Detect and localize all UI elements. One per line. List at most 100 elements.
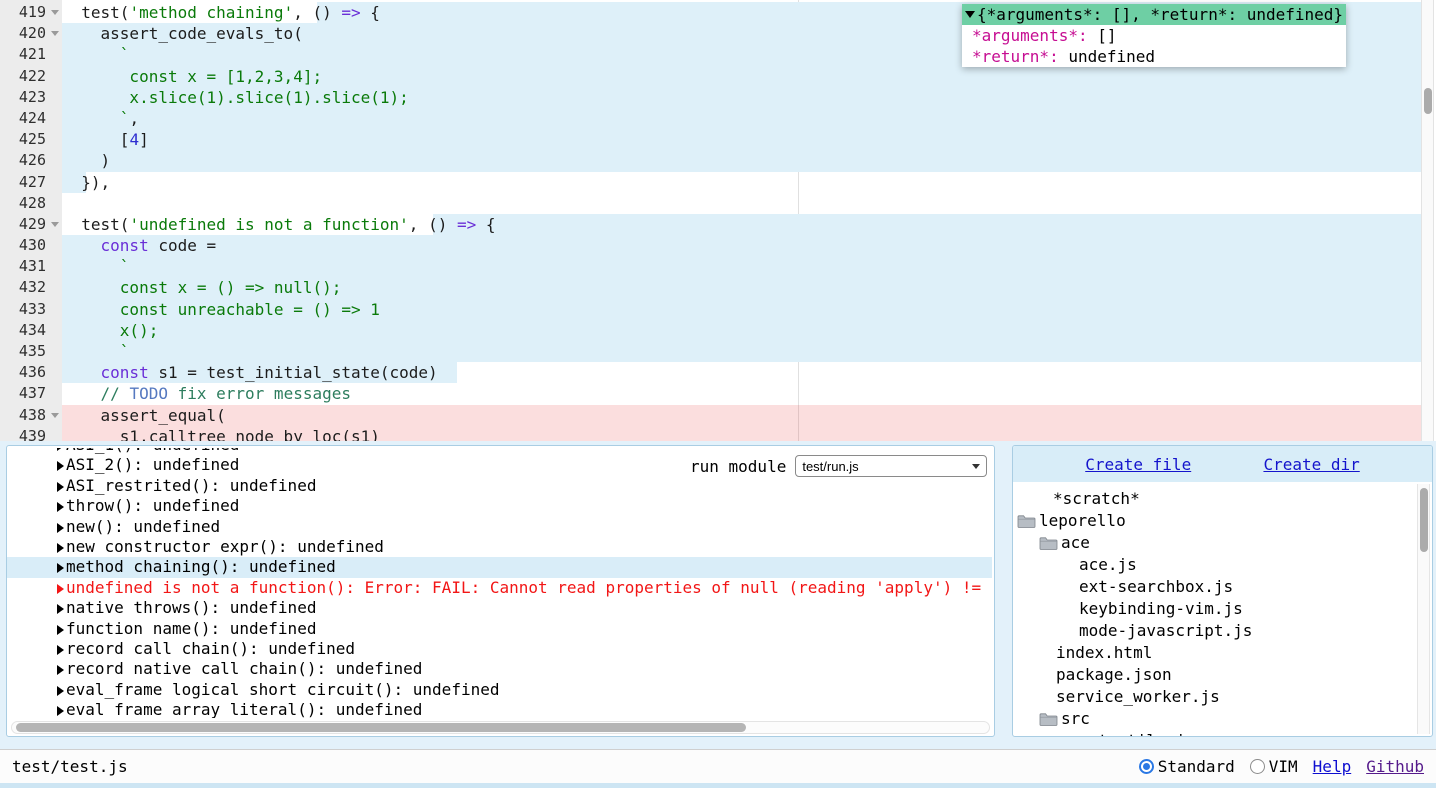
test-result-item[interactable]: method chaining(): undefined <box>7 557 992 577</box>
code-line[interactable]: x.slice(1).slice(1).slice(1); <box>62 87 1421 108</box>
expand-triangle-icon[interactable] <box>57 461 64 471</box>
expand-triangle-icon[interactable] <box>57 448 64 451</box>
tree-file[interactable]: *scratch* <box>1013 488 1432 510</box>
test-result-item[interactable]: function name(): undefined <box>7 619 992 639</box>
expand-triangle-icon[interactable] <box>57 625 64 635</box>
expand-triangle-icon[interactable] <box>57 686 64 696</box>
expand-triangle-icon[interactable] <box>57 502 64 512</box>
value-inspector-tooltip[interactable]: {*arguments*: [], *return*: undefined} *… <box>962 4 1346 67</box>
code-line-text: const x = [1,2,3,4]; <box>62 66 1421 87</box>
gutter-line-number: 422 <box>0 66 62 87</box>
test-result-item[interactable]: record call chain(): undefined <box>7 639 992 659</box>
tree-folder[interactable]: leporello <box>1013 510 1432 532</box>
fold-arrow-icon[interactable] <box>51 10 59 15</box>
code-line-text: x(); <box>62 320 1421 341</box>
keybinding-vim-option[interactable]: VIM <box>1250 757 1298 776</box>
test-results-list[interactable]: ASI_1(): undefinedASI_2(): undefinedASI_… <box>7 448 992 718</box>
expand-triangle-icon[interactable] <box>57 604 64 614</box>
fold-arrow-icon[interactable] <box>51 31 59 36</box>
code-line[interactable]: const code = <box>62 235 1421 256</box>
tree-file[interactable]: service_worker.js <box>1013 686 1432 708</box>
code-line-text: assert_equal( <box>62 405 1421 426</box>
code-line[interactable]: s1.calltree_node_by_loc(s1) <box>62 426 1421 441</box>
fold-arrow-icon[interactable] <box>51 222 59 227</box>
help-link[interactable]: Help <box>1313 757 1352 776</box>
gutter-line-number: 432 <box>0 277 62 298</box>
expand-triangle-icon[interactable] <box>57 645 64 655</box>
tree-file[interactable]: keybinding-vim.js <box>1013 598 1432 620</box>
tree-file[interactable]: ext-searchbox.js <box>1013 576 1432 598</box>
expand-triangle-icon[interactable] <box>57 523 64 533</box>
create-file-link[interactable]: Create file <box>1085 455 1191 474</box>
code-line[interactable]: // TODO fix error messages <box>62 383 1421 404</box>
expand-triangle-icon[interactable] <box>57 482 64 492</box>
code-line[interactable]: [4] <box>62 129 1421 150</box>
expand-triangle-icon[interactable] <box>57 563 64 573</box>
code-line[interactable]: x(); <box>62 320 1421 341</box>
code-line[interactable] <box>62 193 1421 214</box>
tree-file[interactable]: index.html <box>1013 642 1432 664</box>
inspector-row-return[interactable]: *return*: undefined <box>962 46 1346 67</box>
code-line[interactable]: ` <box>62 341 1421 362</box>
expand-triangle-icon[interactable] <box>57 665 64 675</box>
test-result-item[interactable]: throw(): undefined <box>7 496 992 516</box>
collapse-triangle-icon[interactable] <box>965 11 975 18</box>
expand-triangle-icon[interactable] <box>57 584 64 594</box>
keybinding-standard-option[interactable]: Standard <box>1139 757 1235 776</box>
code-line[interactable]: const x = () => null(); <box>62 277 1421 298</box>
test-result-item[interactable]: ASI_restrited(): undefined <box>7 476 992 496</box>
tree-file[interactable]: ace.js <box>1013 554 1432 576</box>
file-tree-header: Create file Create dir <box>1013 446 1432 482</box>
code-line-text: x.slice(1).slice(1).slice(1); <box>62 87 1421 108</box>
results-horizontal-scrollbar[interactable] <box>11 721 990 734</box>
code-line[interactable]: test('undefined is not a function', () =… <box>62 214 1421 235</box>
code-editor[interactable]: 4194204214224234244254264274284294304314… <box>0 0 1436 441</box>
code-line[interactable]: const unreachable = () => 1 <box>62 299 1421 320</box>
scrollbar-thumb[interactable] <box>16 723 746 732</box>
create-dir-link[interactable]: Create dir <box>1263 455 1359 474</box>
tree-vertical-scrollbar[interactable] <box>1417 484 1430 734</box>
github-link[interactable]: Github <box>1366 757 1424 776</box>
radio-vim-icon[interactable] <box>1250 759 1265 774</box>
code-line[interactable]: }), <box>62 172 1421 193</box>
code-line[interactable]: assert_equal( <box>62 405 1421 426</box>
radio-standard-icon[interactable] <box>1139 759 1154 774</box>
expand-triangle-icon[interactable] <box>57 543 64 553</box>
code-line[interactable]: `, <box>62 108 1421 129</box>
code-line[interactable]: ` <box>62 256 1421 277</box>
gutter-line-number: 426 <box>0 150 62 171</box>
scrollbar-thumb[interactable] <box>1424 88 1432 114</box>
code-line[interactable]: const s1 = test_initial_state(code) <box>62 362 1421 383</box>
test-result-item[interactable]: native throws(): undefined <box>7 598 992 618</box>
expand-triangle-icon[interactable] <box>57 706 64 716</box>
tree-folder[interactable]: src <box>1013 708 1432 730</box>
test-result-item[interactable]: undefined is not a function(): Error: FA… <box>7 578 992 598</box>
tree-file[interactable]: package.json <box>1013 664 1432 686</box>
test-result-item[interactable]: new constructor expr(): undefined <box>7 537 992 557</box>
test-result-item[interactable]: new(): undefined <box>7 517 992 537</box>
code-line[interactable]: const x = [1,2,3,4]; <box>62 66 1421 87</box>
gutter-line-number: 434 <box>0 320 62 341</box>
scrollbar-thumb[interactable] <box>1420 488 1428 552</box>
test-result-item[interactable]: eval_frame array_literal(): undefined <box>7 700 992 718</box>
code-line-text: const code = <box>62 235 1421 256</box>
tree-file[interactable]: mode-javascript.js <box>1013 620 1432 642</box>
folder-icon <box>1017 514 1036 529</box>
run-module-label: run module <box>690 457 786 476</box>
code-line-text: s1.calltree_node_by_loc(s1) <box>62 426 1421 441</box>
fold-arrow-icon[interactable] <box>51 413 59 418</box>
test-result-item[interactable]: eval_frame logical short circuit(): unde… <box>7 680 992 700</box>
gutter-line-number: 437 <box>0 383 62 404</box>
gutter-line-number: 424 <box>0 108 62 129</box>
tree-folder[interactable]: ace <box>1013 532 1432 554</box>
tree-file[interactable]: ast_utils.js <box>1013 730 1432 737</box>
inspector-row-arguments[interactable]: *arguments*: [] <box>962 25 1346 46</box>
code-line[interactable]: ) <box>62 150 1421 171</box>
inspector-header[interactable]: {*arguments*: [], *return*: undefined} <box>962 4 1346 25</box>
editor-vertical-scrollbar[interactable] <box>1421 0 1434 441</box>
folder-icon <box>1039 712 1058 727</box>
file-tree[interactable]: *scratch*leporelloaceace.jsext-searchbox… <box>1013 482 1432 737</box>
test-result-item[interactable]: record native call chain(): undefined <box>7 659 992 679</box>
file-tree-panel: Create file Create dir *scratch*leporell… <box>1012 445 1433 737</box>
run-module-select[interactable]: test/run.js <box>795 455 987 477</box>
